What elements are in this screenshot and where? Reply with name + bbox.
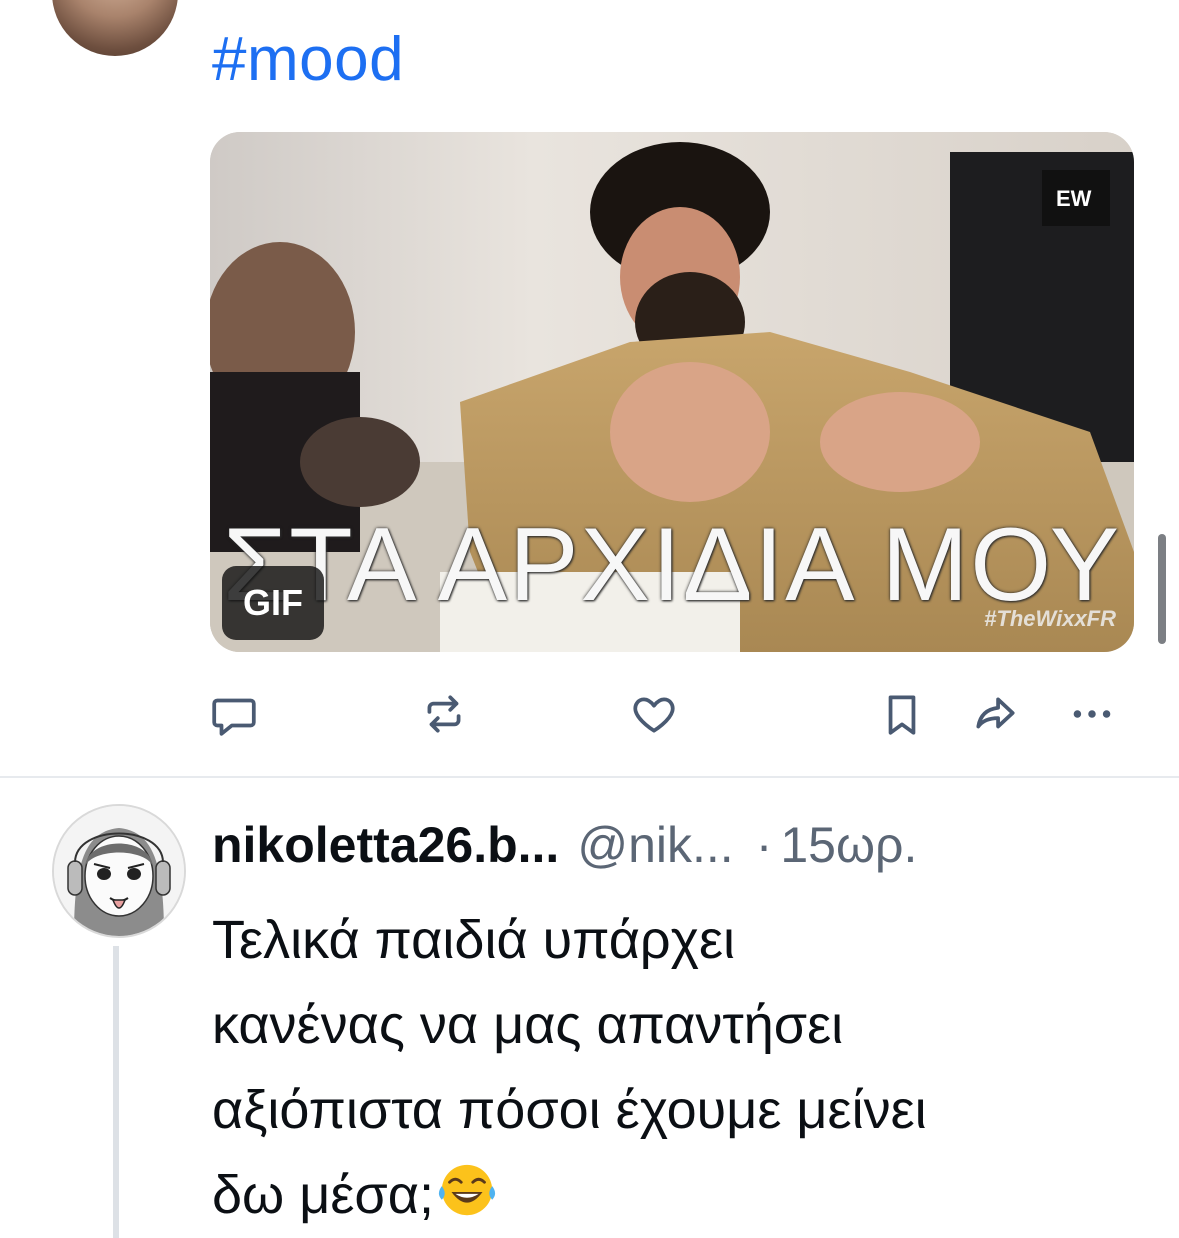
svg-text:EW: EW: [1056, 186, 1092, 211]
author-avatar[interactable]: [52, 0, 178, 56]
post-header: nikoletta26.b... @nik... · 15ωρ.: [212, 810, 917, 880]
gif-caption: ΣΤΑ ΑΡΧΙΔΙΑ ΜΟΥ: [222, 507, 1122, 623]
post-body: Τελικά παιδιά υπάρχει κανένας να μας απα…: [212, 910, 927, 1225]
manga-avatar-image: [54, 806, 184, 936]
ellipsis-icon: [1073, 710, 1111, 718]
post-text: Τελικά παιδιά υπάρχει κανένας να μας απα…: [212, 898, 1152, 1238]
display-name[interactable]: nikoletta26.b...: [212, 817, 559, 873]
bookmark-icon: [888, 695, 916, 735]
repost-arrows-icon: [427, 695, 461, 733]
bookmark-button[interactable]: [874, 686, 930, 742]
author-avatar[interactable]: [52, 804, 186, 938]
hashtag-link[interactable]: #mood: [212, 22, 404, 98]
share-arrow-icon: [976, 697, 1015, 729]
post-timestamp[interactable]: 15ωρ.: [780, 817, 917, 873]
gif-media[interactable]: EW ΣΤΑ ΑΡΧΙΔΙΑ ΜΟΥ #TheWixxFR GIF: [210, 132, 1134, 652]
separator: ·: [755, 817, 773, 873]
reply-button[interactable]: [206, 686, 262, 742]
more-options-button[interactable]: [1064, 686, 1120, 742]
laughing-tears-emoji-icon: [438, 1164, 496, 1216]
user-handle[interactable]: @nik...: [577, 817, 733, 873]
gif-badge: GIF: [222, 566, 324, 640]
repost-button[interactable]: [416, 686, 472, 742]
speech-bubble-icon: [212, 698, 256, 736]
gif-watermark: #TheWixxFR: [984, 606, 1116, 631]
thread-line: [113, 946, 119, 1238]
like-button[interactable]: [626, 686, 682, 742]
heart-icon: [633, 697, 675, 733]
share-button[interactable]: [968, 686, 1024, 742]
scrollbar[interactable]: [1158, 534, 1166, 644]
post-divider: [0, 776, 1179, 778]
